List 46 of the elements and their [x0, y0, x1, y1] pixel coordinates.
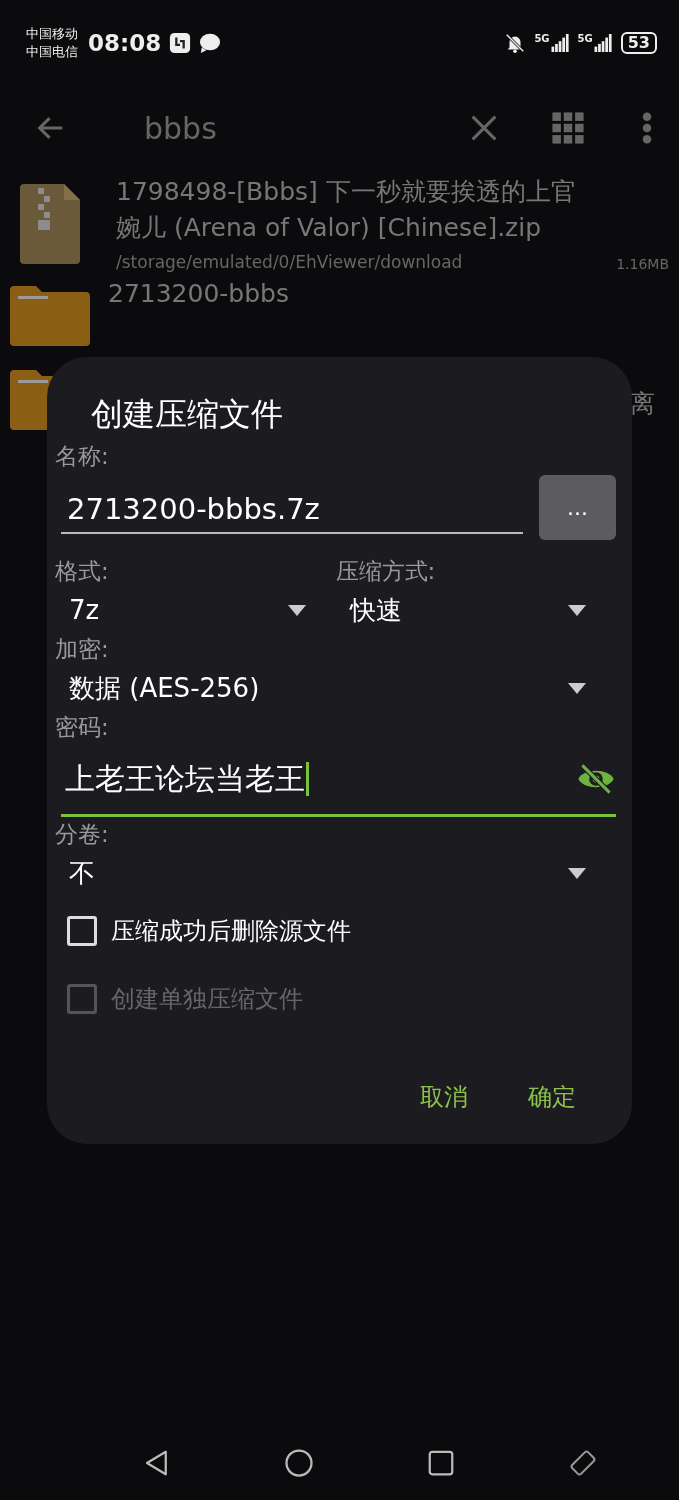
zip-file-icon[interactable]	[20, 184, 80, 264]
field-label: 分卷:	[55, 820, 110, 849]
app-notification-icon	[169, 32, 192, 54]
field-label: 压缩方式:	[335, 557, 437, 586]
file-name[interactable]: 2713200-bbbs	[108, 276, 669, 312]
file-size: 1.16MB	[616, 256, 669, 272]
password-field[interactable]: 上老王论坛当老王	[61, 758, 305, 800]
dropdown-caret-icon[interactable]	[568, 682, 586, 694]
browse-button[interactable]: ...	[539, 475, 616, 540]
network-type: 5G	[534, 34, 550, 44]
rotate-screen-icon[interactable]	[567, 1448, 598, 1478]
carrier-name: 中国电信	[26, 43, 78, 61]
eye-off-icon[interactable]	[576, 764, 616, 794]
battery-indicator: 53	[620, 32, 657, 54]
file-path: /storage/emulated/0/EhViewer/download	[116, 252, 464, 272]
file-name[interactable]: 1798498-[Bbbs] 下一秒就要挨透的上官婉儿 (Arena of Valor) [Chinese].zip	[116, 174, 599, 246]
field-label: 名称:	[55, 442, 110, 471]
dropdown-caret-icon[interactable]	[287, 604, 306, 616]
field-label: 格式:	[55, 557, 110, 586]
carrier-name: 中国移动	[26, 25, 78, 43]
text-cursor	[306, 762, 309, 796]
confirm-button[interactable]: 确定	[508, 1071, 596, 1123]
cancel-button[interactable]: 取消	[400, 1071, 488, 1123]
grid-view-icon[interactable]	[551, 111, 585, 145]
chat-bubble-icon	[199, 32, 222, 54]
home-circle-icon[interactable]	[283, 1448, 314, 1478]
signal-icon	[593, 34, 613, 52]
split-dropdown[interactable]: 不	[69, 855, 95, 891]
dropdown-caret-icon[interactable]	[568, 604, 586, 616]
folder-icon[interactable]	[10, 286, 90, 346]
network-type: 5G	[577, 34, 593, 44]
dialog-title: 创建压缩文件	[91, 394, 284, 435]
menu-icon[interactable]	[641, 111, 653, 145]
checkbox-label: 创建单独压缩文件	[111, 984, 303, 1015]
method-dropdown[interactable]: 快速	[349, 592, 402, 628]
field-label: 加密:	[55, 635, 110, 664]
clock-time: 08:08	[88, 30, 162, 56]
checkbox-label: 压缩成功后删除源文件	[111, 916, 351, 947]
checkbox[interactable]	[67, 916, 97, 946]
muted-bell-icon	[504, 32, 527, 54]
encryption-dropdown[interactable]: 数据 (AES-256)	[69, 670, 260, 706]
format-dropdown[interactable]: 7z	[69, 595, 100, 625]
signal-icon	[550, 34, 570, 52]
dropdown-caret-icon[interactable]	[568, 867, 586, 879]
name-field[interactable]: 2713200-bbbs.7z	[61, 481, 523, 534]
field-label: 密码:	[55, 713, 110, 742]
